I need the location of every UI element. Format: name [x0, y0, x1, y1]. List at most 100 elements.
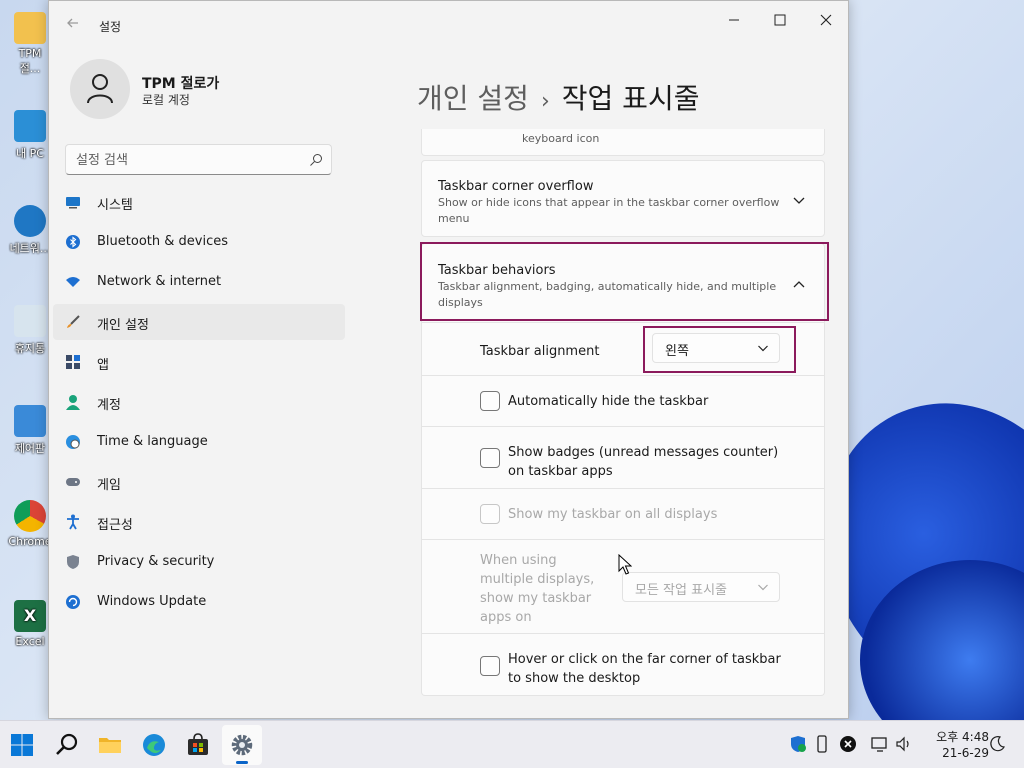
profile-name: TPM 절로가: [142, 76, 220, 92]
close-button[interactable]: [803, 7, 848, 37]
network-icon: [14, 205, 46, 237]
taskbar-settings[interactable]: [222, 725, 262, 765]
show-badges-checkbox[interactable]: [480, 448, 500, 468]
maximize-button[interactable]: [757, 7, 803, 37]
focus-assist-moon-icon[interactable]: [988, 735, 1006, 753]
partial-settings-card: keyboard icon: [421, 129, 825, 156]
page-title: 개인 설정 › 작업 표시줄: [417, 77, 699, 117]
sidebar-item-label: 계정: [97, 398, 121, 413]
sidebar-item-time-language[interactable]: Time & language: [53, 424, 345, 460]
desktop-icon-tpm[interactable]: TPM 절...: [8, 12, 52, 76]
sidebar-item-accounts[interactable]: 계정: [53, 384, 345, 420]
sidebar-item-apps[interactable]: 앱: [53, 344, 345, 380]
annotation-highlight-alignment: [643, 326, 796, 373]
show-badges-label-line2[interactable]: on taskbar apps: [508, 462, 613, 481]
recycle-bin-icon: [14, 305, 46, 337]
settings-window: 설정 TPM 절로가 로컬 계정 시스템 Bluetooth: [48, 0, 849, 719]
hover-corner-checkbox[interactable]: [480, 656, 500, 676]
sidebar-item-gaming[interactable]: 게임: [53, 464, 345, 500]
taskbar-alignment-label: Taskbar alignment: [480, 344, 600, 359]
desktop-icon-control-panel[interactable]: 제어판: [8, 405, 52, 456]
mouse-cursor-icon: [618, 554, 632, 575]
title-bar[interactable]: 설정: [49, 1, 848, 49]
accessibility-icon: [67, 514, 79, 530]
profile-account-type: 로컬 계정: [142, 93, 190, 107]
sidebar-item-bluetooth[interactable]: Bluetooth & devices: [53, 224, 345, 260]
globe-clock-icon: [66, 435, 80, 449]
control-panel-icon: [14, 405, 46, 437]
update-icon: [66, 595, 80, 609]
multi-display-dropdown: 모든 작업 표시줄: [622, 572, 780, 602]
back-button[interactable]: [63, 15, 83, 35]
auto-hide-label[interactable]: Automatically hide the taskbar: [508, 392, 708, 411]
back-arrow-icon: [67, 18, 78, 28]
clock-date: 21-6-29: [942, 746, 989, 760]
desktop-icon-chrome[interactable]: Chrome: [8, 500, 52, 548]
sidebar-item-label: Windows Update: [97, 594, 207, 609]
search-input[interactable]: [76, 151, 296, 169]
sidebar-item-label: 개인 설정: [97, 318, 149, 333]
desktop-icon-network[interactable]: 네트워...: [8, 205, 52, 256]
sidebar-item-accessibility[interactable]: 접근성: [53, 504, 345, 540]
sidebar-item-label: 게임: [97, 478, 121, 493]
taskbar-file-explorer[interactable]: [90, 725, 130, 765]
network-status-icon[interactable]: [871, 735, 889, 753]
usb-device-icon[interactable]: [813, 735, 831, 753]
file-explorer-icon: [99, 738, 121, 753]
avatar[interactable]: [70, 59, 130, 119]
auto-hide-row: Automatically hide the taskbar: [421, 376, 825, 427]
sidebar-item-windows-update[interactable]: Windows Update: [53, 584, 345, 620]
brush-icon: [67, 315, 80, 328]
start-button[interactable]: [2, 725, 42, 765]
sidebar-item-label: Network & internet: [97, 274, 222, 289]
desktop-icon-label: TPM 절...: [18, 47, 42, 75]
taskbar-clock[interactable]: 오후 4:48 21-6-29: [925, 729, 989, 761]
partial-card-text: keyboard icon: [522, 132, 600, 145]
desktop-icon-label: Chrome: [8, 535, 52, 548]
auto-hide-checkbox[interactable]: [480, 391, 500, 411]
search-icon[interactable]: [309, 153, 323, 167]
sidebar-item-label: 앱: [97, 358, 109, 373]
show-badges-row: Show badges (unread messages counter) on…: [421, 427, 825, 489]
sidebar-item-privacy[interactable]: Privacy & security: [53, 544, 345, 580]
sidebar-item-personalization[interactable]: 개인 설정: [53, 304, 345, 340]
taskbar-store[interactable]: [178, 725, 218, 765]
desktop-icon-recycle[interactable]: 휴지통: [8, 305, 52, 356]
taskbar-search-button[interactable]: [47, 725, 87, 765]
app-title: 설정: [99, 20, 122, 34]
defender-shield-icon[interactable]: [789, 735, 807, 753]
person-icon: [87, 74, 113, 104]
all-displays-row: Show my taskbar on all displays: [421, 489, 825, 540]
desktop-icon-excel[interactable]: X Excel: [8, 600, 52, 648]
card-title: Taskbar corner overflow: [438, 179, 594, 194]
error-circle-icon[interactable]: [839, 735, 857, 753]
active-app-indicator: [236, 761, 248, 764]
taskbar-corner-overflow-card[interactable]: Taskbar corner overflow Show or hide ico…: [421, 160, 825, 237]
desktop-icon-pc[interactable]: 내 PC: [8, 110, 52, 161]
hover-corner-label-line1[interactable]: Hover or click on the far corner of task…: [508, 650, 781, 669]
chevron-down-icon: [758, 584, 768, 591]
dropdown-value: 모든 작업 표시줄: [635, 583, 727, 598]
sidebar-item-system[interactable]: 시스템: [53, 184, 345, 220]
excel-icon: X: [14, 600, 46, 632]
minimize-icon: [729, 19, 739, 21]
multi-display-label-line3: show my taskbar: [480, 591, 592, 606]
hover-corner-label-line2[interactable]: to show the desktop: [508, 669, 640, 688]
sidebar-item-label: Privacy & security: [97, 554, 215, 569]
breadcrumb-parent[interactable]: 개인 설정: [417, 82, 529, 115]
sidebar-item-network[interactable]: Network & internet: [53, 264, 345, 300]
sidebar-item-label: 시스템: [97, 198, 133, 213]
desktop-icon-label: 내 PC: [16, 147, 44, 160]
minimize-button[interactable]: [711, 7, 757, 37]
all-displays-checkbox: [480, 504, 500, 524]
search-icon: [56, 733, 78, 755]
show-badges-label-line1[interactable]: Show badges (unread messages counter): [508, 443, 778, 462]
taskbar-edge[interactable]: [134, 725, 174, 765]
search-box[interactable]: [65, 144, 332, 175]
breadcrumb-current: 작업 표시줄: [561, 82, 700, 115]
volume-icon[interactable]: [895, 735, 913, 753]
settings-icon: [231, 734, 253, 756]
shield-icon: [67, 555, 79, 569]
chevron-down-icon[interactable]: [792, 193, 806, 207]
person-icon: [66, 395, 80, 410]
